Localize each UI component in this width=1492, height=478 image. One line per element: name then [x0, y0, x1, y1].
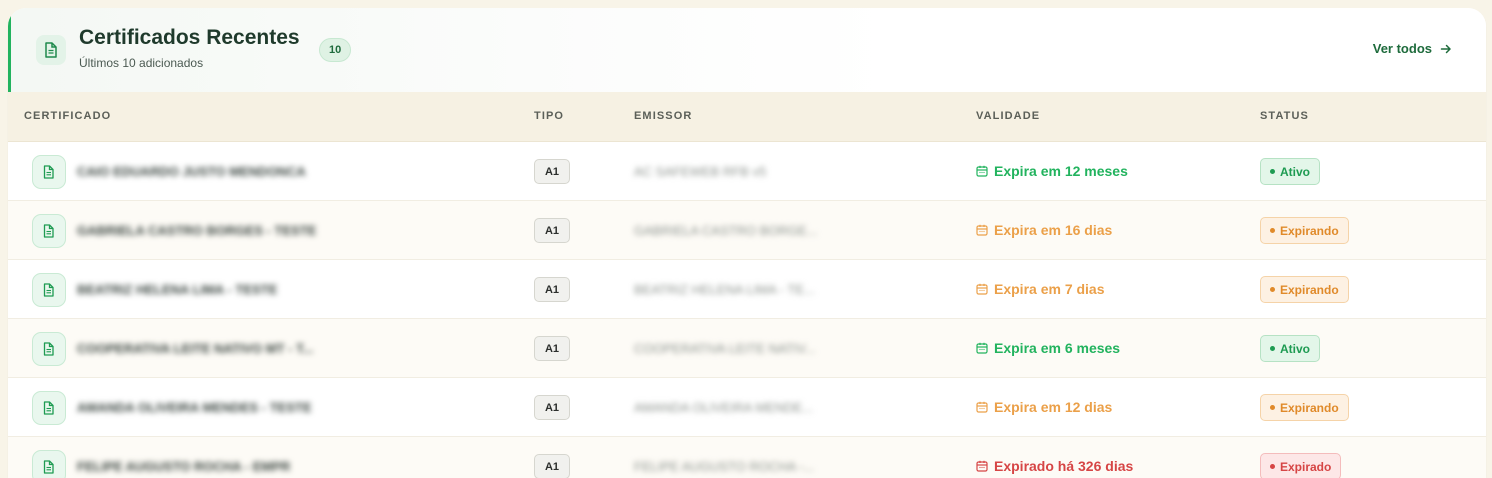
certificate-name: AMANDA OLIVEIRA MENDES - TESTE: [77, 400, 312, 415]
status-badge: Ativo: [1260, 158, 1320, 185]
status-text: Ativo: [1280, 341, 1310, 356]
type-badge: A1: [534, 336, 570, 361]
status-badge: Expirando: [1260, 217, 1349, 244]
table-row[interactable]: GABRIELA CASTRO BORGES - TESTE A1 GABRIE…: [8, 201, 1486, 260]
certificate-name: GABRIELA CASTRO BORGES - TESTE: [77, 223, 317, 238]
validity-text: Expira em 6 meses: [994, 340, 1121, 356]
type-badge: A1: [534, 159, 570, 184]
validity-text: Expira em 12 meses: [994, 163, 1128, 179]
validity: Expira em 6 meses: [976, 340, 1120, 356]
recent-certificates-card: Certificados Recentes Últimos 10 adicion…: [8, 8, 1486, 478]
status-dot: [1270, 464, 1275, 469]
document-icon: [36, 35, 66, 65]
table-body: CAIO EDUARDO JUSTO MENDONCA A1 AC SAFEWE…: [8, 142, 1486, 478]
issuer-name: GABRIELA CASTRO BORGE...: [634, 223, 818, 238]
type-badge: A1: [534, 218, 570, 243]
validity-text: Expirado há 326 dias: [994, 458, 1134, 474]
validity: Expira em 12 meses: [976, 163, 1128, 179]
file-icon: [32, 391, 66, 425]
calendar-icon: [976, 165, 988, 177]
table-header: CERTIFICADO TIPO EMISSOR VALIDADE STATUS: [8, 92, 1486, 142]
status-badge: Expirando: [1260, 394, 1349, 421]
card-title: Certificados Recentes: [79, 26, 300, 49]
file-icon: [32, 214, 66, 248]
validity: Expira em 12 dias: [976, 399, 1112, 415]
status-text: Expirado: [1280, 459, 1332, 474]
type-badge: A1: [534, 454, 570, 478]
column-header-status: STATUS: [1260, 110, 1309, 122]
issuer-name: AMANDA OLIVEIRA MENDE...: [634, 400, 814, 415]
issuer-name: COOPERATIVA LEITE NATIV...: [634, 341, 816, 356]
column-header-issuer: EMISSOR: [634, 110, 693, 122]
validity: Expira em 16 dias: [976, 222, 1112, 238]
table-row[interactable]: BEATRIZ HELENA LIMA - TESTE A1 BEATRIZ H…: [8, 260, 1486, 319]
validity: Expirado há 326 dias: [976, 458, 1133, 474]
certificate-name: CAIO EDUARDO JUSTO MENDONCA: [77, 164, 306, 179]
validity-text: Expira em 12 dias: [994, 399, 1113, 415]
type-badge: A1: [534, 395, 570, 420]
status-text: Expirando: [1280, 223, 1339, 238]
card-header: Certificados Recentes Últimos 10 adicion…: [8, 8, 1486, 92]
see-all-link[interactable]: Ver todos: [1373, 41, 1452, 56]
file-icon: [32, 155, 66, 189]
calendar-icon: [976, 401, 988, 413]
column-header-type: TIPO: [534, 110, 565, 122]
calendar-icon: [976, 460, 988, 472]
certificate-name: FELIPE AUGUSTO ROCHA - EMPR: [77, 459, 291, 474]
status-badge: Ativo: [1260, 335, 1320, 362]
status-badge: Expirando: [1260, 276, 1349, 303]
certificate-name: BEATRIZ HELENA LIMA - TESTE: [77, 282, 278, 297]
column-header-certificate: CERTIFICADO: [24, 110, 112, 122]
validity: Expira em 7 dias: [976, 281, 1105, 297]
table-row[interactable]: FELIPE AUGUSTO ROCHA - EMPR A1 FELIPE AU…: [8, 437, 1486, 478]
calendar-icon: [976, 283, 988, 295]
validity-text: Expira em 16 dias: [994, 222, 1113, 238]
table-row[interactable]: AMANDA OLIVEIRA MENDES - TESTE A1 AMANDA…: [8, 378, 1486, 437]
status-text: Expirando: [1280, 282, 1339, 297]
issuer-name: FELIPE AUGUSTO ROCHA -...: [634, 459, 815, 474]
file-icon: [32, 332, 66, 366]
validity-text: Expira em 7 dias: [994, 281, 1105, 297]
status-dot: [1270, 169, 1275, 174]
issuer-name: BEATRIZ HELENA LIMA - TE...: [634, 282, 815, 297]
table-row[interactable]: COOPERATIVA LEITE NATIVO MT - T... A1 CO…: [8, 319, 1486, 378]
status-dot: [1270, 405, 1275, 410]
table-row[interactable]: CAIO EDUARDO JUSTO MENDONCA A1 AC SAFEWE…: [8, 142, 1486, 201]
type-badge: A1: [534, 277, 570, 302]
card-subtitle: Últimos 10 adicionados: [79, 56, 204, 70]
column-header-validity: VALIDADE: [976, 110, 1041, 122]
see-all-label: Ver todos: [1372, 41, 1432, 56]
arrow-right-icon: [1440, 44, 1451, 53]
certificate-name: COOPERATIVA LEITE NATIVO MT - T...: [77, 341, 314, 356]
status-dot: [1270, 287, 1275, 292]
count-badge: 10: [319, 38, 352, 62]
issuer-name: AC SAFEWEB RFB v5: [634, 164, 767, 179]
status-text: Expirando: [1280, 400, 1339, 415]
file-icon: [32, 273, 66, 307]
status-dot: [1270, 228, 1275, 233]
file-icon: [32, 450, 66, 478]
calendar-icon: [976, 342, 988, 354]
calendar-icon: [976, 224, 988, 236]
status-text: Ativo: [1280, 164, 1310, 179]
status-dot: [1270, 346, 1275, 351]
